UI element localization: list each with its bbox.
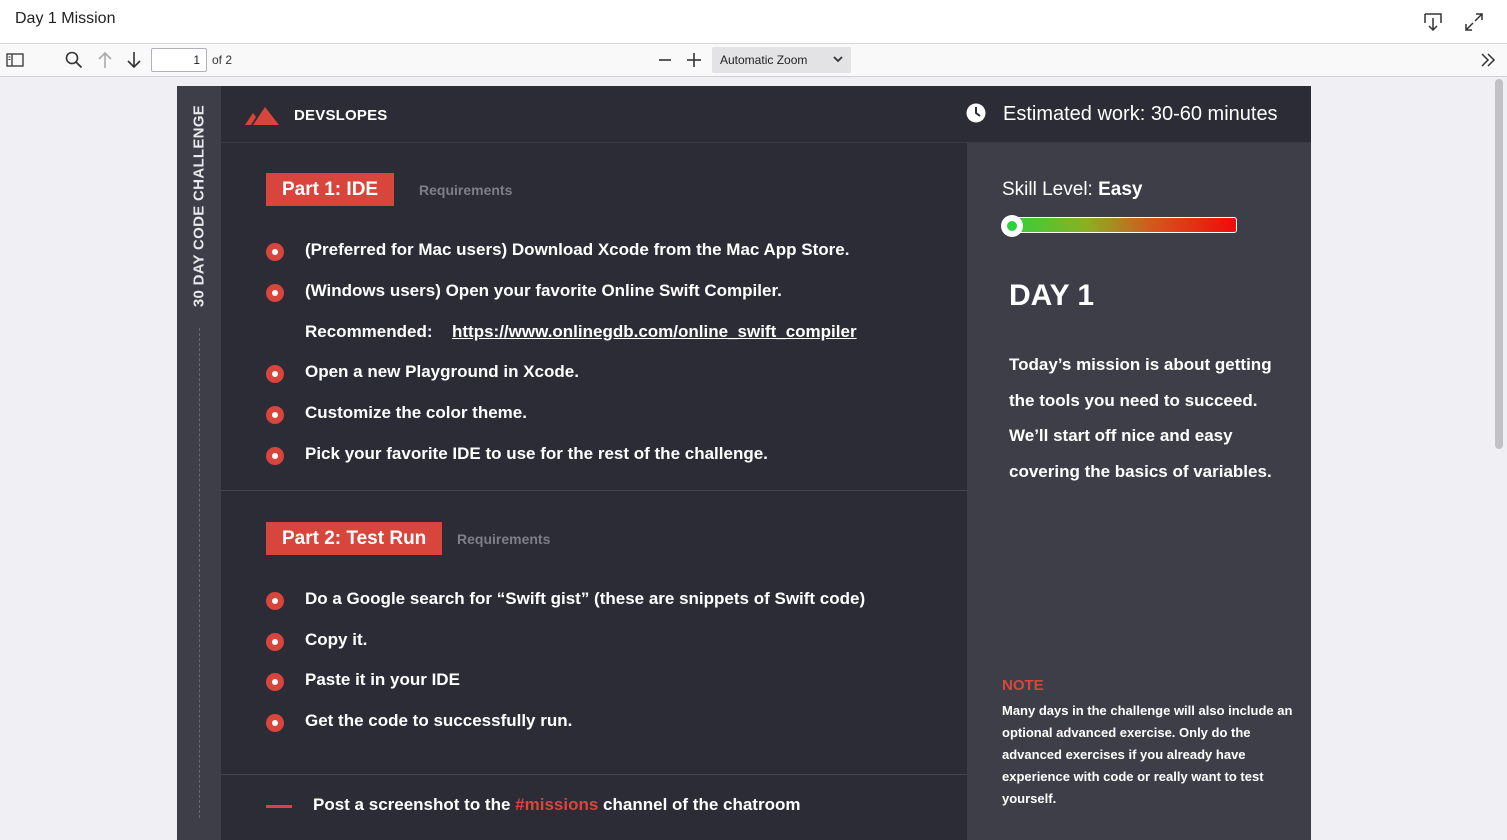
download-icon[interactable] bbox=[1421, 10, 1445, 34]
requirements-column: Part 1: IDE Requirements (Preferred for … bbox=[221, 143, 967, 840]
section-divider bbox=[221, 774, 967, 775]
note-label: NOTE bbox=[1002, 677, 1044, 694]
part2-title: Part 2: Test Run bbox=[266, 522, 443, 555]
zoom-select[interactable]: Automatic Zoom bbox=[712, 47, 851, 73]
sidebar-toggle-icon[interactable] bbox=[3, 48, 27, 72]
note-text: Many days in the challenge will also inc… bbox=[1002, 703, 1293, 806]
bullet-icon bbox=[266, 447, 284, 465]
missions-channel: #missions bbox=[515, 795, 599, 814]
pdf-page: 30 DAY CODE CHALLENGE DEVSLOPES Estimate… bbox=[177, 86, 1311, 840]
zoom-out-icon[interactable] bbox=[653, 48, 677, 72]
title-bar: Day 1 Mission bbox=[0, 0, 1507, 44]
clock-icon bbox=[966, 103, 986, 128]
section-divider bbox=[221, 490, 967, 491]
page-header: DEVSLOPES Estimated work: 30-60 minutes bbox=[221, 86, 1311, 143]
scrollbar-thumb[interactable] bbox=[1495, 79, 1503, 449]
part2-item-3: Paste it in your IDE bbox=[305, 670, 460, 689]
brand-name: DEVSLOPES bbox=[294, 107, 388, 124]
day-heading: DAY 1 bbox=[1009, 279, 1095, 312]
bullet-icon bbox=[266, 365, 284, 383]
previous-page-icon[interactable] bbox=[93, 48, 117, 72]
fullscreen-icon[interactable] bbox=[1462, 10, 1486, 34]
mission-description: Today’s mission is about getting the too… bbox=[1009, 355, 1272, 481]
part2-item-2: Copy it. bbox=[305, 630, 368, 649]
bullet-icon bbox=[266, 633, 284, 651]
part1-item-2: (Windows users) Open your favorite Onlin… bbox=[305, 281, 782, 300]
bullet-icon bbox=[266, 592, 284, 610]
bullet-icon bbox=[266, 406, 284, 424]
search-icon[interactable] bbox=[62, 48, 86, 72]
pdf-toolbar: 1 of 2 Automatic Zoom bbox=[0, 44, 1507, 77]
part1-requirements-label: Requirements bbox=[419, 182, 513, 198]
mission-info-column: Skill Level: Easy DAY 1 Today’s mission … bbox=[967, 143, 1311, 840]
document-title: Day 1 Mission bbox=[15, 10, 116, 27]
page-number-input[interactable]: 1 bbox=[151, 48, 207, 72]
dash-bullet-icon bbox=[266, 805, 292, 808]
estimated-work: Estimated work: 30-60 minutes bbox=[1003, 103, 1278, 125]
challenge-side-label: 30 DAY CODE CHALLENGE bbox=[190, 104, 208, 308]
devslopes-logo-icon bbox=[245, 105, 281, 130]
part1-item-4: Customize the color theme. bbox=[305, 403, 527, 422]
post-text-before: Post a screenshot to the bbox=[313, 795, 516, 814]
dashed-divider bbox=[199, 328, 200, 818]
skill-level-label: Skill Level: bbox=[1002, 179, 1099, 200]
part2-item-4: Get the code to successfully run. bbox=[305, 711, 573, 730]
zoom-in-icon[interactable] bbox=[682, 48, 706, 72]
skill-level-value: Easy bbox=[1098, 179, 1143, 200]
part1-item-1: (Preferred for Mac users) Download Xcode… bbox=[305, 240, 850, 259]
bullet-icon bbox=[266, 714, 284, 732]
page-count-label: of 2 bbox=[212, 53, 233, 67]
recommended-line: Recommended: https://www.onlinegdb.com/o… bbox=[305, 322, 857, 342]
recommended-link[interactable]: https://www.onlinegdb.com/online_swift_c… bbox=[452, 322, 857, 341]
bullet-icon bbox=[266, 243, 284, 261]
skill-level-marker bbox=[1001, 215, 1023, 237]
pdf-viewer[interactable]: 30 DAY CODE CHALLENGE DEVSLOPES Estimate… bbox=[0, 77, 1507, 840]
skill-level-bar bbox=[1004, 217, 1237, 233]
vertical-scrollbar[interactable] bbox=[1494, 77, 1504, 840]
post-instruction: Post a screenshot to the #missions chann… bbox=[313, 795, 800, 815]
part1-item-3: Open a new Playground in Xcode. bbox=[305, 362, 579, 381]
challenge-side-strip: 30 DAY CODE CHALLENGE bbox=[177, 86, 221, 840]
part2-item-1: Do a Google search for “Swift gist” (the… bbox=[305, 589, 866, 608]
recommended-label: Recommended: bbox=[305, 322, 433, 341]
zoom-select-value: Automatic Zoom bbox=[720, 53, 808, 67]
next-page-icon[interactable] bbox=[122, 48, 146, 72]
skill-level: Skill Level: Easy bbox=[1002, 179, 1142, 201]
part1-title: Part 1: IDE bbox=[266, 173, 395, 206]
bullet-icon bbox=[266, 284, 284, 302]
bullet-icon bbox=[266, 673, 284, 691]
part2-requirements-label: Requirements bbox=[457, 531, 551, 547]
tools-menu-icon[interactable] bbox=[1476, 48, 1500, 72]
part1-item-5: Pick your favorite IDE to use for the re… bbox=[305, 444, 768, 463]
post-text-after: channel of the chatroom bbox=[598, 795, 801, 814]
